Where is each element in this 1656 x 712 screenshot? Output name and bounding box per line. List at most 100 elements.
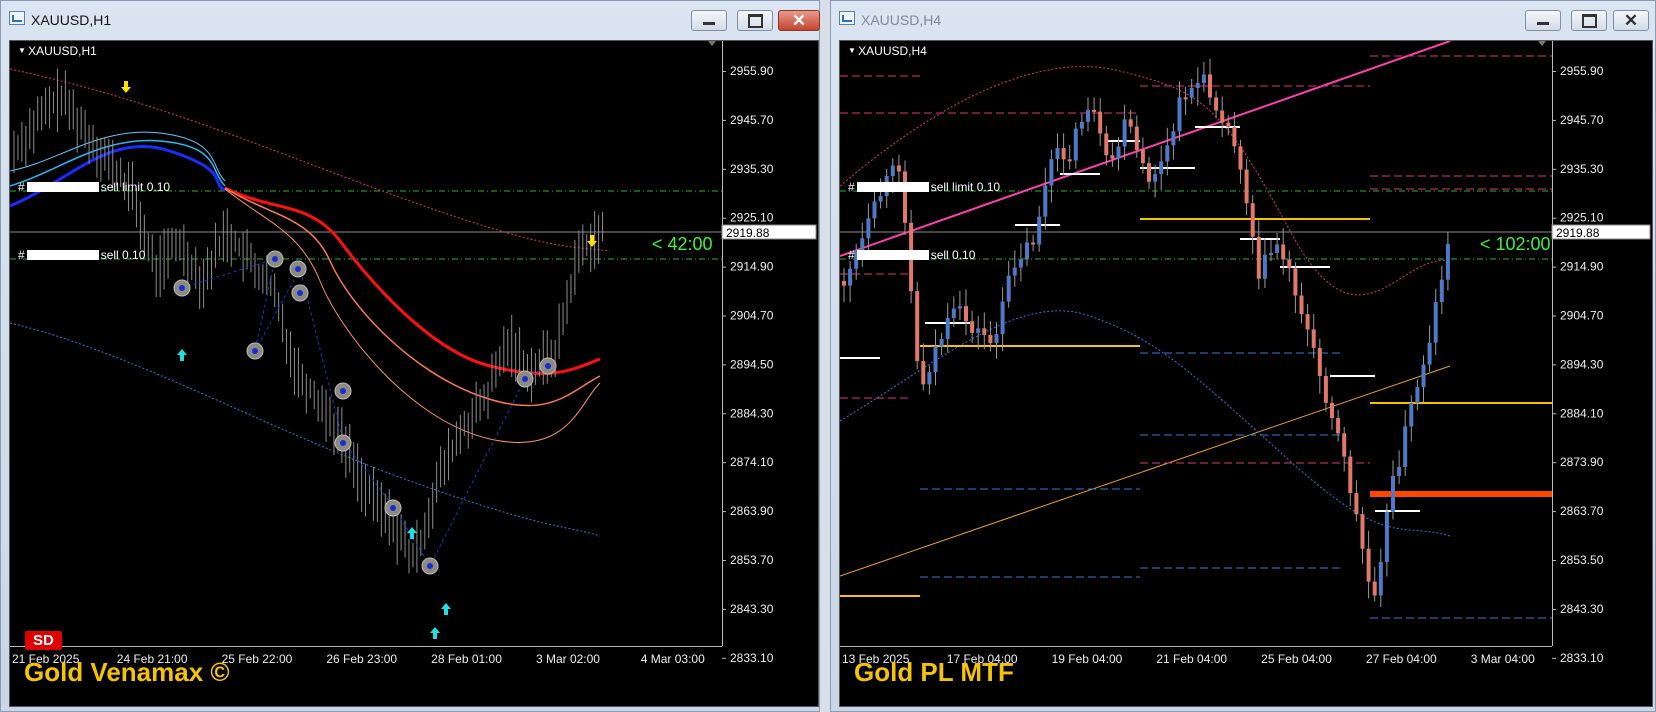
price-axis-line xyxy=(1552,41,1553,646)
time-tick-label: 27 Feb 04:00 xyxy=(1366,652,1437,666)
maximize-button[interactable] xyxy=(737,10,773,31)
candle-body xyxy=(982,328,987,335)
candle-body xyxy=(1183,97,1188,100)
candle-body xyxy=(1116,146,1121,159)
price-tick-label: 2955.90 xyxy=(730,64,774,78)
price-tick-label: 2833.10 xyxy=(730,651,774,665)
masked-ticket xyxy=(26,182,99,192)
price-tick-mark xyxy=(1552,560,1556,561)
candle-body xyxy=(1433,302,1438,343)
sell-arrow-icon xyxy=(587,235,597,247)
price-tick-label: 2873.90 xyxy=(1560,455,1604,469)
symbol-label: XAUUSD,H1 xyxy=(18,44,97,58)
signal-dot xyxy=(272,256,278,262)
price-tick-mark xyxy=(722,657,726,659)
candle-body xyxy=(1025,242,1029,260)
price-tick-mark xyxy=(1552,462,1556,464)
chart-window-h1[interactable]: XAUUSD,H1 ✕ 2955.90 2945.70 2935.30 2925.10… xyxy=(0,0,820,712)
minimize-button[interactable] xyxy=(1525,10,1561,31)
candle-body xyxy=(1397,467,1402,476)
chart-window-icon xyxy=(839,11,855,25)
candle-body xyxy=(1305,314,1310,330)
minimize-icon xyxy=(1537,22,1549,25)
time-axis-line xyxy=(840,646,1552,647)
current-price-label: 2919.88 xyxy=(726,226,770,240)
time-tick-label: 25 Feb 04:00 xyxy=(1261,652,1332,666)
price-tick-label: 2894.50 xyxy=(730,357,774,371)
masked-ticket xyxy=(856,250,929,260)
candle-body xyxy=(1342,433,1347,457)
price-tick-label: 2955.90 xyxy=(1560,64,1604,78)
price-tick-label: 2945.70 xyxy=(1560,113,1604,127)
title-bar[interactable]: XAUUSD,H4 ✕ xyxy=(831,1,1655,37)
price-tick-label: 2863.70 xyxy=(1560,504,1604,518)
candle-body xyxy=(872,201,877,219)
order-label-sell[interactable]: # sell 0.10 xyxy=(848,248,975,262)
price-tick-label: 2904.70 xyxy=(730,309,774,323)
window-title: XAUUSD,H4 xyxy=(861,12,942,28)
candle-body xyxy=(1226,122,1231,128)
signal-dot xyxy=(427,563,433,569)
candle-body xyxy=(1403,426,1408,468)
candle-body xyxy=(1195,83,1200,88)
candle-body xyxy=(1153,174,1158,182)
maximize-button[interactable] xyxy=(1571,10,1607,31)
price-chart[interactable]: 2955.90 2945.70 2935.30 2925.10 2914.90 2904.… xyxy=(9,40,819,707)
signal-dot xyxy=(545,363,551,369)
buy-arrow-icon xyxy=(407,527,417,539)
price-chart[interactable]: 2955.90 2945.70 2935.30 2925.10 2914.90 2904.… xyxy=(839,40,1653,707)
close-button[interactable]: ✕ xyxy=(778,10,820,31)
upper-envelope-line xyxy=(10,68,611,252)
candle-body xyxy=(1220,110,1225,123)
candle-body xyxy=(933,346,938,373)
candle-body xyxy=(921,361,926,385)
candle-body xyxy=(1384,511,1389,563)
candle-body xyxy=(1140,149,1145,164)
candle-body xyxy=(945,317,950,339)
price-tick-mark xyxy=(1552,511,1556,513)
title-bar[interactable]: XAUUSD,H1 ✕ xyxy=(1,1,820,37)
close-button[interactable]: ✕ xyxy=(1613,10,1649,31)
time-tick-label: 28 Feb 01:00 xyxy=(431,652,502,666)
price-tick-mark xyxy=(1552,119,1556,121)
minimize-button[interactable] xyxy=(691,10,727,31)
masked-ticket xyxy=(856,182,929,192)
candle-body xyxy=(1366,548,1371,582)
candle-body xyxy=(1281,244,1286,260)
price-tick-mark xyxy=(1552,217,1556,219)
candle-body xyxy=(988,334,993,344)
time-tick-label: 25 Feb 22:00 xyxy=(222,652,293,666)
time-tick-label: 19 Feb 04:00 xyxy=(1052,652,1123,666)
candle-body xyxy=(1269,252,1273,255)
price-tick-mark xyxy=(1552,364,1556,366)
order-label-sell-limit[interactable]: # sell limit 0.10 xyxy=(848,180,1000,194)
candle-body xyxy=(1006,275,1011,302)
candle-body xyxy=(1031,242,1036,245)
price-tick-mark xyxy=(1552,315,1556,317)
candle-body xyxy=(1147,163,1151,182)
price-tick-label: 2925.10 xyxy=(730,211,774,225)
chart-window-h4[interactable]: XAUUSD,H4 ✕ 2955.90 2945.70 2935.30 2925.10… xyxy=(830,0,1656,712)
order-label-sell-limit[interactable]: # sell limit 0.10 xyxy=(18,180,170,194)
signal-dot xyxy=(252,348,258,354)
price-tick-label: 2914.90 xyxy=(730,260,774,274)
chart-canvas[interactable]: 2955.90 2945.70 2935.30 2925.10 2914.90 2904.… xyxy=(10,41,818,706)
time-tick-label: 3 Mar 02:00 xyxy=(536,652,600,666)
price-tick-mark xyxy=(722,71,726,72)
candle-body xyxy=(1049,159,1054,186)
candle-body xyxy=(1104,133,1109,156)
candle-body xyxy=(1061,148,1066,160)
buy-arrow-icon xyxy=(441,603,451,615)
candle-body xyxy=(1067,159,1072,162)
candle-body xyxy=(1378,562,1383,596)
candle-body xyxy=(896,165,901,172)
candle-body xyxy=(848,268,853,286)
order-label-sell[interactable]: # sell 0.10 xyxy=(18,248,145,262)
price-tick-mark xyxy=(1552,71,1556,72)
price-tick-mark xyxy=(1552,608,1556,610)
bar-timer: < 102:00 xyxy=(1480,234,1551,254)
chart-canvas[interactable]: 2955.90 2945.70 2935.30 2925.10 2914.90 2904.… xyxy=(840,41,1652,706)
candle-body xyxy=(1238,146,1243,170)
price-tick-mark xyxy=(722,119,726,121)
candle-body xyxy=(994,334,999,344)
